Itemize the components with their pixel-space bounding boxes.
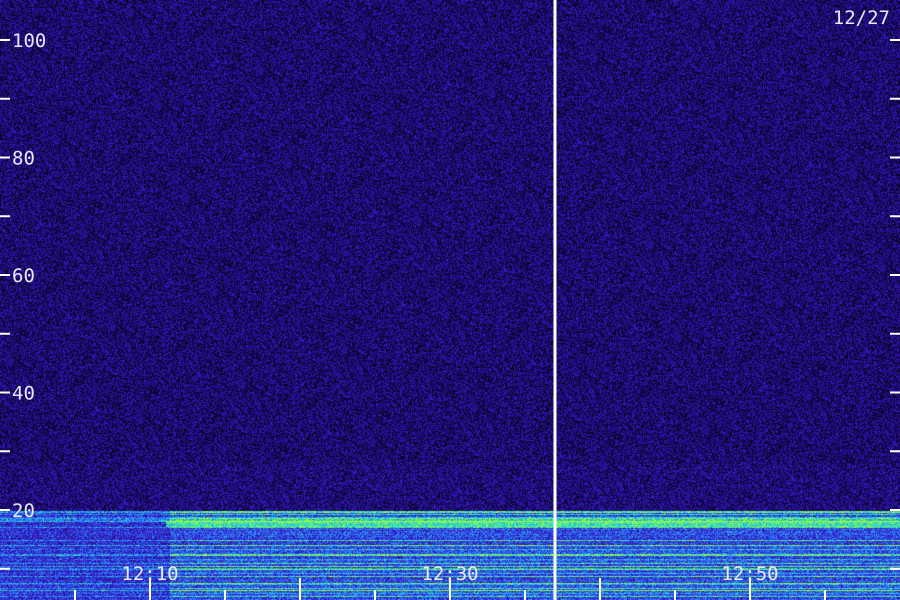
spectrogram-overlay: 20 40 60 80 100 12:10 12:30 12:50 12/27 — [0, 0, 900, 600]
x-axis: 12:10 12:30 12:50 — [74, 563, 826, 600]
x-tick-label: 12:30 — [421, 563, 478, 585]
y-tick-label: 40 — [12, 383, 35, 405]
y-tick-label: 60 — [12, 265, 35, 287]
x-tick-label: 12:10 — [121, 563, 178, 585]
date-label: 12/27 — [833, 7, 890, 29]
y-tick-label: 100 — [12, 30, 46, 52]
y-axis-left: 20 40 60 80 100 — [0, 30, 46, 570]
x-tick-label: 12:50 — [721, 563, 778, 585]
y-tick-label: 20 — [12, 500, 35, 522]
y-tick-label: 80 — [12, 148, 35, 170]
y-axis-right — [890, 39, 900, 570]
